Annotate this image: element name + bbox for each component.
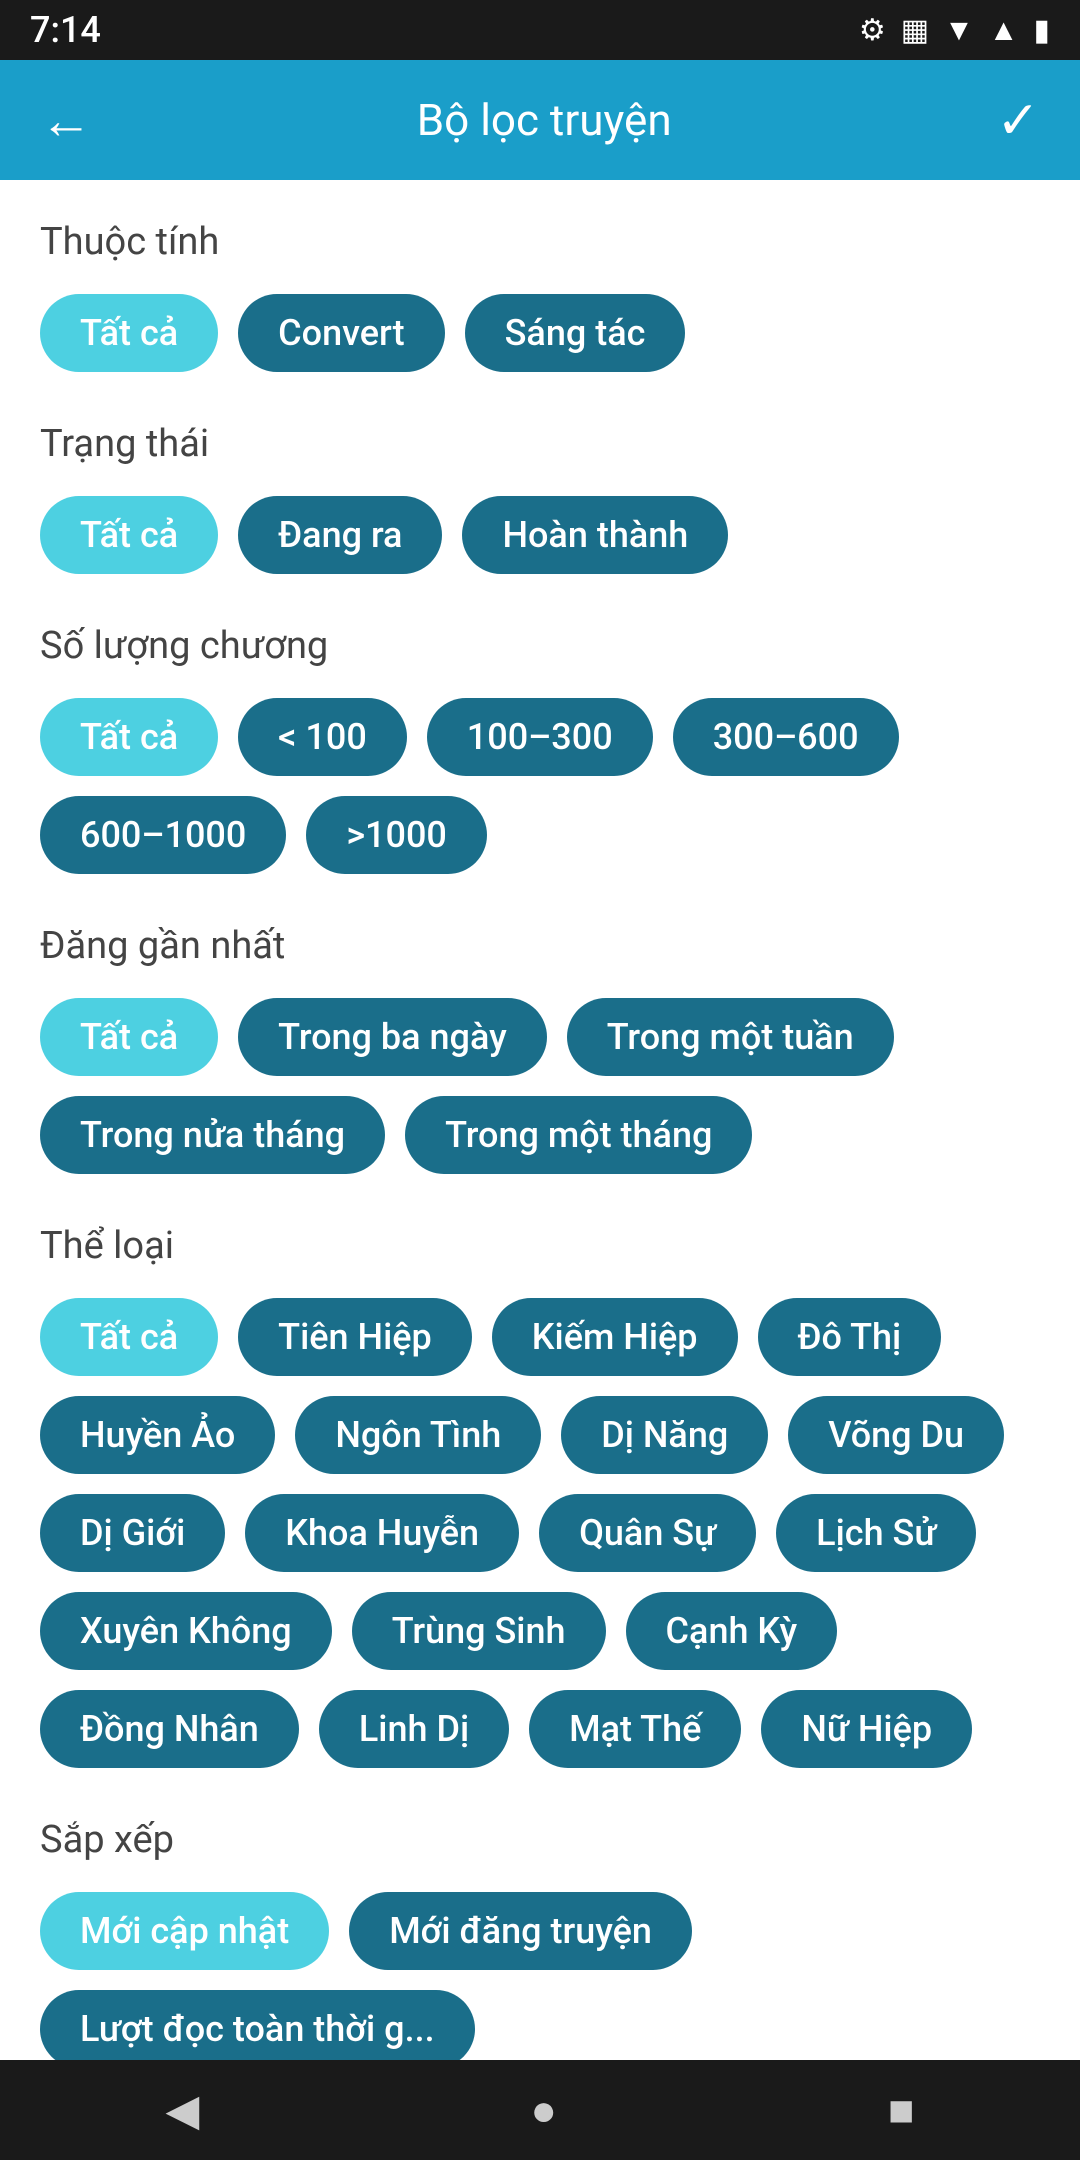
chip-khoa-huyen[interactable]: Khoa Huyễn [245,1494,519,1572]
wifi-icon: ▼ [944,13,974,48]
chips-row-the-loai: Tất cả Tiên Hiệp Kiếm Hiệp Đô Thị Huyền Ảo Ng… [40,1298,1040,1768]
nav-recent-button[interactable]: ■ [888,2084,915,2136]
chip-luot-doc-toan-thoi-g[interactable]: Lượt đọc toàn thời g... [40,1990,475,2068]
chip-trong-nua-thang[interactable]: Trong nửa tháng [40,1096,385,1174]
bottom-nav: ◀ ● ■ [0,2060,1080,2160]
section-label-the-loai: Thể loại [40,1224,1040,1268]
chips-row-sap-xep: Mới cập nhật Mới đăng truyện Lượt đọc toàn… [40,1892,1040,2068]
chip-moi-cap-nhat[interactable]: Mới cập nhật [40,1892,329,1970]
chip-trong-mot-thang[interactable]: Trong một tháng [405,1096,752,1174]
chip-canh-ky[interactable]: Cạnh Kỳ [626,1592,838,1670]
chip-trong-ba-ngay[interactable]: Trong ba ngày [238,998,547,1076]
content: Thuộc tính Tất cả Convert Sáng tác Trạng thá… [0,180,1080,2158]
section-label-sap-xep: Sắp xếp [40,1818,1040,1862]
status-bar: 7:14 ⚙ ▦ ▼ ▲ ▮ [0,0,1080,60]
chip-mat-the[interactable]: Mạt Thế [529,1690,741,1768]
chip-dang-ra[interactable]: Đang ra [238,496,442,574]
chip-moi-dang-truyen[interactable]: Mới đăng truyện [349,1892,692,1970]
chip-quan-su[interactable]: Quân Sự [539,1494,756,1572]
chip-300-600[interactable]: 300–600 [673,698,899,776]
back-button[interactable]: ← [40,90,92,151]
chip-convert[interactable]: Convert [238,294,444,372]
chip-nu-hiep[interactable]: Nữ Hiệp [761,1690,972,1768]
chip-600-1000[interactable]: 600–1000 [40,796,286,874]
chips-row-trang-thai: Tất cả Đang ra Hoàn thành [40,496,1040,574]
section-label-so-luong-chuong: Số lượng chương [40,624,1040,668]
chip-huyen-ao[interactable]: Huyền Ảo [40,1396,275,1474]
chips-row-thuoc-tinh: Tất cả Convert Sáng tác [40,294,1040,372]
chip-tat-ca-5[interactable]: Tất cả [40,1298,218,1376]
section-label-dang-gan-nhat: Đăng gần nhất [40,924,1040,968]
chip-sang-tac[interactable]: Sáng tác [465,294,686,372]
chip-do-thi[interactable]: Đô Thị [758,1298,942,1376]
chip-tat-ca-1[interactable]: Tất cả [40,294,218,372]
chip-tien-hiep[interactable]: Tiên Hiệp [238,1298,472,1376]
section-label-thuoc-tinh: Thuộc tính [40,220,1040,264]
chip-dong-nhan[interactable]: Đồng Nhân [40,1690,299,1768]
confirm-button[interactable]: ✓ [996,90,1040,151]
battery-icon: ▮ [1033,13,1050,48]
chip-hoan-thanh[interactable]: Hoàn thành [462,496,728,574]
section-thuoc-tinh: Thuộc tính Tất cả Convert Sáng tác [40,220,1040,372]
chip-xuyen-khong[interactable]: Xuyên Không [40,1592,332,1670]
chip-tat-ca-2[interactable]: Tất cả [40,496,218,574]
app-bar-title: Bộ lọc truyện [417,94,672,146]
chip-gt-1000[interactable]: >1000 [306,796,487,874]
chip-trung-sinh[interactable]: Trùng Sinh [352,1592,606,1670]
nav-back-button[interactable]: ◀ [166,2084,200,2136]
section-so-luong-chuong: Số lượng chương Tất cả < 100 100–300 300–600… [40,624,1040,874]
section-dang-gan-nhat: Đăng gần nhất Tất cả Trong ba ngày Trong mộ… [40,924,1040,1174]
chip-tat-ca-4[interactable]: Tất cả [40,998,218,1076]
chip-100-300[interactable]: 100–300 [427,698,653,776]
chip-lt-100[interactable]: < 100 [238,698,407,776]
status-time: 7:14 [30,9,101,51]
section-trang-thai: Trạng thái Tất cả Đang ra Hoàn thành [40,422,1040,574]
chip-tat-ca-3[interactable]: Tất cả [40,698,218,776]
chip-di-gioi[interactable]: Dị Giới [40,1494,225,1572]
sim-icon: ▦ [901,13,929,48]
section-sap-xep: Sắp xếp Mới cập nhật Mới đăng truyện Lượt đ… [40,1818,1040,2068]
status-icons: ⚙ ▦ ▼ ▲ ▮ [859,13,1050,48]
chip-kiem-hiep[interactable]: Kiếm Hiệp [492,1298,738,1376]
nav-home-button[interactable]: ● [530,2084,557,2136]
chip-ngon-tinh[interactable]: Ngôn Tình [295,1396,541,1474]
chip-trong-mot-tuan[interactable]: Trong một tuần [567,998,894,1076]
chip-linh-di[interactable]: Linh Dị [319,1690,509,1768]
chip-di-nang[interactable]: Dị Năng [561,1396,768,1474]
chip-lich-su[interactable]: Lịch Sử [776,1494,976,1572]
chips-row-so-luong-chuong: Tất cả < 100 100–300 300–600 600–1000 >1000 [40,698,1040,874]
section-the-loai: Thể loại Tất cả Tiên Hiệp Kiếm Hiệp Đô Thị Hu… [40,1224,1040,1768]
chip-vong-du[interactable]: Võng Du [788,1396,1004,1474]
chips-row-dang-gan-nhat: Tất cả Trong ba ngày Trong một tuần Trong n… [40,998,1040,1174]
app-bar: ← Bộ lọc truyện ✓ [0,60,1080,180]
settings-icon: ⚙ [859,13,886,48]
section-label-trang-thai: Trạng thái [40,422,1040,466]
signal-icon: ▲ [989,13,1019,48]
